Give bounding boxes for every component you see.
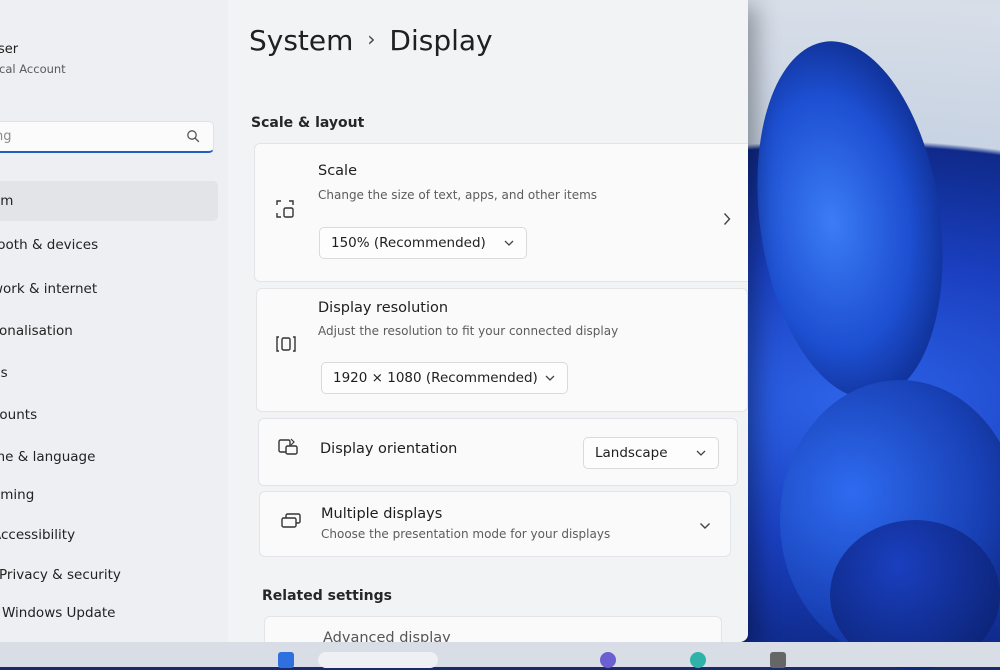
scale-dropdown[interactable]: 150% (Recommended) xyxy=(319,227,527,259)
sidebar-item-system[interactable]: em xyxy=(0,193,13,209)
scale-subtitle: Change the size of text, apps, and other… xyxy=(318,188,598,202)
start-icon[interactable] xyxy=(278,652,294,668)
search-icon[interactable] xyxy=(186,129,200,143)
chevron-right-icon[interactable] xyxy=(723,212,731,226)
advanced-display-title: Advanced display xyxy=(323,630,451,642)
taskbar-app-icon[interactable] xyxy=(690,652,706,668)
section-title-scale-layout: Scale & layout xyxy=(251,115,365,131)
sidebar-item-personalisation[interactable]: sonalisation xyxy=(0,323,73,339)
sidebar-item-accounts[interactable]: counts xyxy=(0,407,37,423)
breadcrumb-parent[interactable]: System xyxy=(249,24,353,57)
taskbar-app-icon[interactable] xyxy=(770,652,786,668)
breadcrumb-separator: › xyxy=(367,27,376,51)
scale-icon xyxy=(276,200,294,218)
scale-title: Scale xyxy=(318,163,358,179)
sidebar-selected-highlight xyxy=(0,181,218,221)
user-name: ser xyxy=(0,42,19,57)
sidebar-item-apps[interactable]: ps xyxy=(0,365,8,381)
chevron-down-icon xyxy=(504,240,514,246)
sidebar-item-privacy-security[interactable]: Privacy & security xyxy=(0,567,121,583)
taskbar-search-icon[interactable] xyxy=(318,652,438,668)
sidebar-item-gaming[interactable]: aming xyxy=(0,487,34,503)
breadcrumb: System › Display xyxy=(249,24,493,57)
sidebar: ser ocal Account em tooth & devices work… xyxy=(0,0,228,642)
chevron-down-icon xyxy=(696,450,706,456)
taskbar xyxy=(0,642,1000,667)
search-input[interactable] xyxy=(0,122,175,150)
display-resolution-card: Display resolution Adjust the resolution… xyxy=(256,288,748,412)
main-content: System › Display Scale & layout Scale Chan… xyxy=(228,0,748,642)
scale-dropdown-value: 150% (Recommended) xyxy=(331,235,486,251)
search-box[interactable] xyxy=(0,121,214,153)
sidebar-item-bluetooth-devices[interactable]: tooth & devices xyxy=(0,237,98,253)
display-resolution-value: 1920 × 1080 (Recommended) xyxy=(333,370,538,386)
display-orientation-dropdown[interactable]: Landscape xyxy=(583,437,719,469)
sidebar-item-windows-update[interactable]: Windows Update xyxy=(2,605,115,621)
user-account-type: ocal Account xyxy=(0,62,66,76)
chevron-down-icon[interactable] xyxy=(699,522,711,530)
multiple-displays-card[interactable]: Multiple displays Choose the presentatio… xyxy=(259,491,731,557)
sidebar-item-accessibility[interactable]: Accessibility xyxy=(0,527,75,543)
orientation-icon xyxy=(278,438,298,455)
chevron-down-icon xyxy=(545,375,555,381)
display-orientation-value: Landscape xyxy=(595,445,668,461)
multiple-displays-subtitle: Choose the presentation mode for your di… xyxy=(321,527,611,541)
display-orientation-card: Display orientation Landscape xyxy=(258,418,738,486)
multiple-displays-icon xyxy=(281,513,301,528)
display-resolution-dropdown[interactable]: 1920 × 1080 (Recommended) xyxy=(321,362,568,394)
display-orientation-title: Display orientation xyxy=(320,441,458,457)
resolution-icon xyxy=(276,336,296,352)
sidebar-item-time-language[interactable]: me & language xyxy=(0,449,95,465)
display-resolution-subtitle: Adjust the resolution to fit your connec… xyxy=(318,324,619,338)
section-title-related-settings: Related settings xyxy=(262,588,392,604)
page-title: Display xyxy=(389,24,493,57)
display-resolution-title: Display resolution xyxy=(318,300,449,316)
scale-card[interactable]: Scale Change the size of text, apps, and… xyxy=(254,143,748,282)
taskbar-app-icon[interactable] xyxy=(600,652,616,668)
multiple-displays-title: Multiple displays xyxy=(321,506,443,522)
sidebar-item-network-internet[interactable]: work & internet xyxy=(0,281,97,297)
settings-window: ser ocal Account em tooth & devices work… xyxy=(0,0,748,642)
advanced-display-card[interactable]: Advanced display xyxy=(264,616,722,642)
